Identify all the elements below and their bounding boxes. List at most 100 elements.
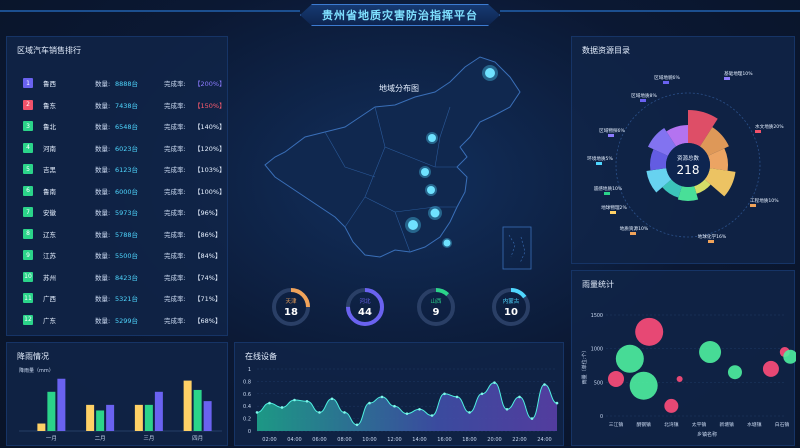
online-dot	[518, 395, 521, 399]
online-dot	[480, 392, 484, 396]
ranking-row: 7 安徽 数量: 5973台 完成率: 【96%】	[23, 204, 223, 220]
rain-bar	[57, 378, 66, 431]
ranking-rate-label: 完成率:	[164, 80, 186, 88]
south-sea-inset	[502, 226, 532, 270]
rose-center-value: 218	[677, 163, 700, 177]
ranking-rank-badge: 8	[23, 228, 33, 239]
ranking-rate-value: 【140%】	[194, 123, 226, 131]
online-dot	[530, 417, 534, 420]
gauge: 天津 18	[272, 288, 310, 326]
ranking-row: 1 鲁西 数量: 8888台 完成率: 【200%】	[23, 75, 226, 91]
ranking-rate-value: 【96%】	[194, 209, 222, 217]
online-y-label: 0	[248, 429, 251, 435]
gauge-value: 9	[433, 307, 440, 318]
ranking-rate-value: 【103%】	[194, 166, 226, 174]
ranking-rank-badge: 12	[23, 314, 33, 325]
rose-label: 地球物理2%	[601, 204, 627, 211]
online-x-label: 22:00	[512, 437, 526, 443]
online-dot	[330, 397, 334, 401]
resources-rose-chart[interactable]: 资源总数 218 基础地理10% 区域地貌6% 区域地质8% 区域物探6% 环境地质5%…	[572, 37, 796, 265]
bubbles	[608, 317, 796, 413]
online-dot	[355, 423, 359, 427]
ranking-rank-badge: 4	[23, 142, 33, 153]
ranking-rate-label: 完成率:	[164, 101, 186, 110]
rose-label: 地质资源10%	[620, 225, 649, 232]
rainfall-bubble-chart[interactable]: 雨量（单位:个） 乡镇名称 0 500 1000 1500 三江镇 酮钢镇 北湾镇 太平镇 新…	[572, 271, 796, 447]
rose-label: 区域物探6%	[599, 127, 625, 134]
ranking-rate-label: 完成率:	[164, 230, 186, 239]
ranking-qty-value: 5973台	[115, 209, 139, 217]
online-x-label: 10:00	[362, 437, 376, 443]
gauge: 内蒙古 10	[492, 288, 530, 326]
bubble-x-labels: 三江镇 酮钢镇 北湾镇 太平镇 新塘镇 水塘镇 白石镇	[609, 421, 790, 428]
ranking-rate-value: 【120%】	[194, 144, 226, 153]
online-dot	[555, 401, 559, 405]
ranking-row: 12 广东 数量: 5299台 完成率: 【68%】	[23, 312, 223, 328]
china-map[interactable]: 天津 18 河北 44 山西 9 内蒙古 10	[235, 37, 565, 337]
online-x-label: 12:00	[387, 437, 401, 443]
bubble	[699, 341, 722, 364]
header: 贵州省地质灾害防治指挥平台	[0, 0, 800, 30]
ranking-rate-label: 完成率:	[164, 273, 186, 282]
ranking-rate-label: 完成率:	[164, 187, 186, 196]
ranking-rate-label: 完成率:	[164, 209, 186, 217]
bubble-y-tick: 1000	[591, 347, 603, 353]
bubble	[635, 317, 664, 346]
rose-label: 区域地貌6%	[654, 74, 680, 81]
bubble-x-tick: 太平镇	[692, 421, 707, 428]
online-dot	[443, 392, 446, 396]
rose-label-swatch	[608, 134, 614, 137]
rose-center-label: 资源总数	[677, 154, 700, 162]
ranking-row: 2 鲁东 数量: 7438台 完成率: 【150%】	[23, 97, 226, 113]
gauge-label: 天津	[285, 298, 297, 305]
rain-bar	[47, 391, 56, 431]
gauge: 山西 9	[417, 288, 455, 326]
ranking-region-name: 鲁北	[43, 123, 56, 131]
online-area-chart[interactable]: 0 0.2 0.4 0.6 0.8 1 02:00 04:00 06:00 08:00 10:00…	[235, 343, 565, 447]
ranking-region-name: 广东	[43, 316, 56, 325]
ranking-region-name: 江苏	[43, 252, 56, 260]
ranking-rate-label: 完成率:	[164, 252, 186, 260]
ranking-row: 8 辽东 数量: 5788台 完成率: 【86%】	[23, 226, 223, 242]
online-x-label: 06:00	[312, 437, 326, 443]
rose-label: 工程地质10%	[750, 197, 779, 204]
rain-panel: 降雨情况 降雨量（mm） 一月 二月 三月 四月	[6, 342, 228, 446]
ranking-rate-label: 完成率:	[164, 166, 186, 174]
ranking-row: 6 鲁南 数量: 6000台 完成率: 【100%】	[23, 183, 226, 199]
ranking-row: 10 苏州 数量: 8423台 完成率: 【74%】	[23, 269, 223, 285]
ranking-qty-value: 6123台	[115, 166, 139, 174]
ranking-region-name: 广西	[43, 295, 56, 303]
rain-bar	[154, 391, 163, 431]
online-dot	[493, 381, 496, 384]
rain-bar-chart[interactable]: 降雨量（mm） 一月 二月 三月 四月	[7, 343, 229, 447]
ranking-rank-badge: 11	[23, 293, 33, 303]
bubble	[664, 398, 679, 413]
rose-label-swatch	[640, 99, 646, 102]
bubble-y-tick: 1500	[591, 313, 603, 319]
online-y-label: 0.8	[243, 379, 251, 385]
ranking-region-name: 吉黑	[43, 166, 56, 174]
hotspot-dot	[428, 134, 436, 142]
hotspot-dot	[408, 220, 418, 230]
hotspot-dot	[427, 186, 435, 194]
bubble	[762, 360, 779, 377]
ranking-qty-label: 数量:	[95, 187, 111, 196]
rose-label: 基础地理10%	[724, 70, 753, 77]
rain-bar	[193, 389, 202, 431]
rose-slice	[704, 168, 736, 197]
online-dot	[393, 404, 396, 408]
bubble-x-tick: 白石镇	[775, 421, 790, 428]
online-x-label: 18:00	[462, 437, 476, 443]
rose-label-swatch	[708, 240, 714, 243]
hotspot-dot	[421, 168, 429, 176]
ranking-qty-label: 数量:	[95, 80, 111, 88]
ranking-rank-badge: 7	[23, 207, 33, 217]
ranking-qty-label: 数量:	[95, 101, 111, 110]
ranking-rate-value: 【68%】	[194, 316, 222, 325]
ranking-region-name: 安徽	[43, 209, 56, 217]
gauge-row: 天津 18 河北 44 山西 9 内蒙古 10	[272, 288, 530, 326]
rainfall-stats-panel: 雨量统计 雨量（单位:个） 乡镇名称 0 500 1000 1500 三江镇 酮钢镇 北湾…	[571, 270, 796, 447]
ranking-rate-label: 完成率:	[164, 123, 186, 131]
rose-label-swatch	[610, 211, 616, 214]
header-line-right	[500, 10, 800, 12]
